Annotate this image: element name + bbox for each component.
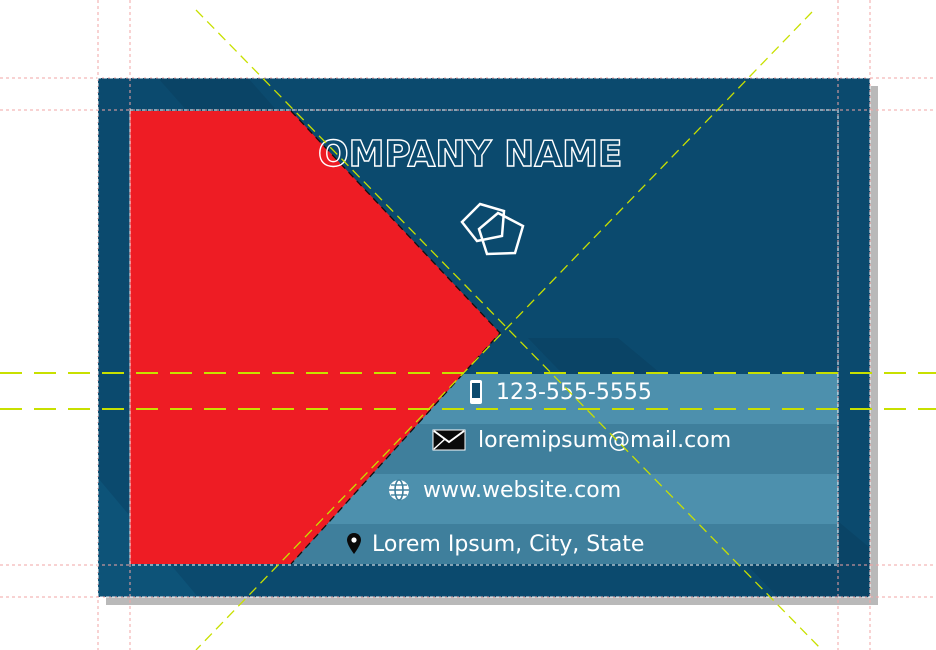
phone-row[interactable]: 123-555-5555	[468, 372, 652, 412]
globe-icon	[387, 478, 411, 502]
pentagon-logo-icon	[460, 202, 525, 256]
email-row[interactable]: loremipsum@mail.com	[432, 420, 731, 460]
company-name[interactable]: OMPANY NAME	[280, 126, 700, 174]
website-row[interactable]: www.website.com	[387, 470, 621, 510]
mobile-phone-icon	[468, 379, 484, 405]
website-text: www.website.com	[423, 477, 622, 503]
address-text: Lorem Ipsum, City, State	[372, 531, 645, 557]
map-pin-icon	[346, 532, 362, 556]
address-row[interactable]: Lorem Ipsum, City, State	[346, 524, 644, 564]
company-name-text: OMPANY NAME	[318, 134, 623, 174]
phone-text: 123-555-5555	[496, 379, 652, 405]
envelope-icon	[432, 429, 466, 451]
design-canvas: OMPANY NAME 123-555-5555 loremipsum@mail…	[0, 0, 936, 650]
email-text: loremipsum@mail.com	[478, 427, 732, 453]
